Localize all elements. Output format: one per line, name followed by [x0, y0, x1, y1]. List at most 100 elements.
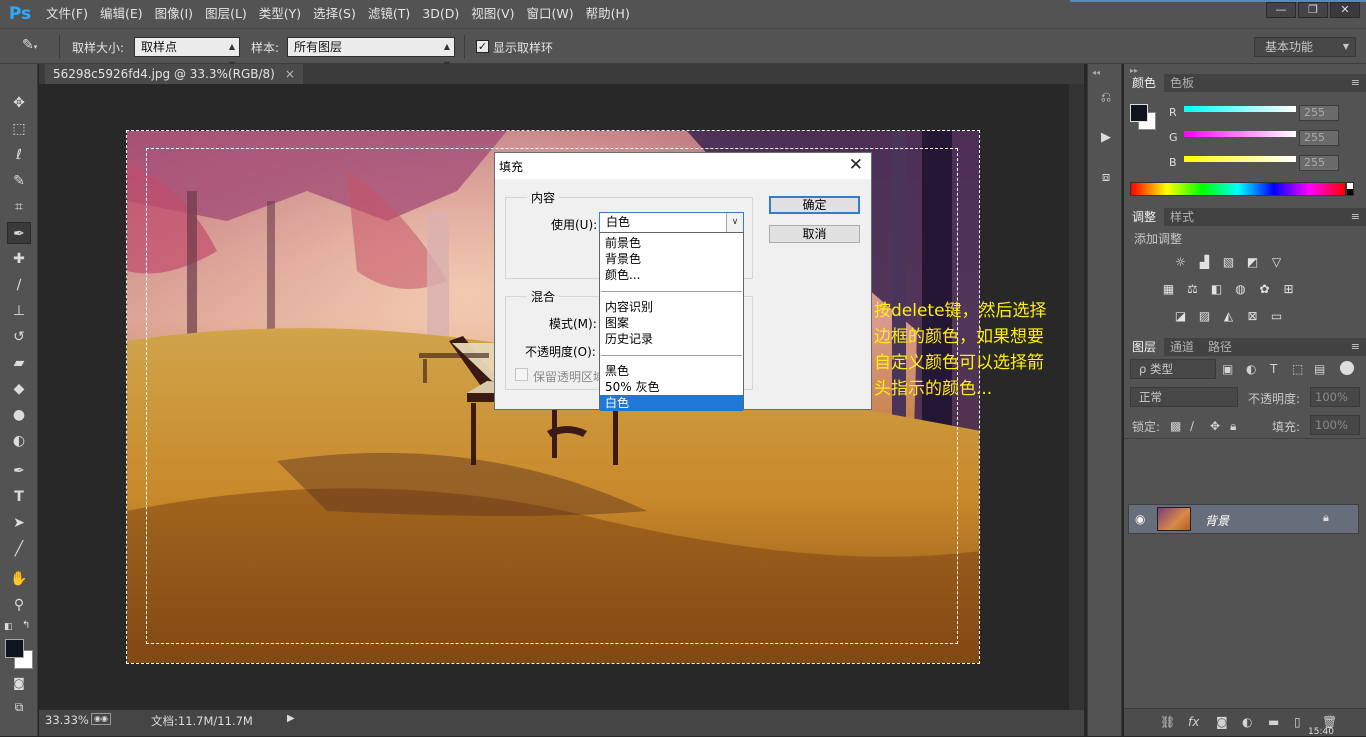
menu-file[interactable]: 文件(F) [40, 0, 94, 28]
paint-bucket-tool-icon[interactable]: ◆ [7, 378, 31, 400]
dropdown-item-50-gray[interactable]: 50% 灰色 [600, 379, 743, 395]
layer-row-background[interactable]: ◉ 背景 🔒︎ [1128, 504, 1359, 534]
filter-adjustment-icon[interactable]: ◐ [1246, 362, 1256, 376]
posterize-icon[interactable]: ▨ [1196, 309, 1213, 324]
close-tab-icon[interactable]: × [285, 67, 295, 81]
threshold-icon[interactable]: ◭ [1220, 309, 1237, 324]
menu-filter[interactable]: 滤镜(T) [362, 0, 416, 28]
exposure-icon[interactable]: ◩ [1244, 255, 1261, 270]
layer-filter-kind[interactable]: ρ 类型 [1130, 359, 1216, 379]
cancel-button[interactable]: 取消 [769, 225, 860, 243]
new-layer-icon[interactable]: ▯ [1294, 715, 1301, 729]
blur-tool-icon[interactable]: ● [7, 404, 31, 426]
blend-mode-select[interactable]: 正常 [1130, 387, 1238, 407]
hand-tool-icon[interactable]: ✋ [7, 568, 31, 590]
panel-menu-icon[interactable]: ≡ [1351, 340, 1360, 353]
crop-tool-icon[interactable]: ⌗ [7, 196, 31, 218]
tab-paths[interactable]: 路径 [1200, 338, 1240, 356]
tab-swatches[interactable]: 色板 [1162, 74, 1202, 92]
black-white-icon[interactable]: ◧ [1208, 282, 1225, 297]
sample-size-select[interactable]: 取样点▲▼ [134, 37, 240, 69]
filter-pixel-icon[interactable]: ▣ [1222, 362, 1233, 376]
r-value[interactable]: 255 [1299, 105, 1339, 121]
zoom-level[interactable]: 33.33% [45, 713, 89, 727]
layer-opacity-field[interactable]: 100% [1310, 387, 1360, 407]
dropdown-item-white[interactable]: 白色 [600, 395, 743, 411]
dropdown-item-history[interactable]: 历史记录 [600, 331, 743, 347]
menu-3d[interactable]: 3D(D) [416, 0, 465, 28]
menu-image[interactable]: 图像(I) [149, 0, 199, 28]
preserve-transparency-checkbox[interactable] [515, 368, 528, 381]
properties-panel-icon[interactable]: ⧈ [1096, 168, 1116, 188]
color-lookup-icon[interactable]: ⊞ [1280, 282, 1297, 297]
curves-icon[interactable]: ▧ [1220, 255, 1237, 270]
menu-help[interactable]: 帮助(H) [580, 0, 636, 28]
r-slider[interactable] [1184, 106, 1296, 112]
dropdown-item-pattern[interactable]: 图案 [600, 315, 743, 331]
close-window-button[interactable]: ✕ [1330, 2, 1360, 18]
tab-adjustments[interactable]: 调整 [1124, 208, 1165, 226]
sample-select[interactable]: 所有图层▲▼ [287, 37, 455, 69]
expand-panels-icon[interactable]: ▸▸ [1130, 66, 1138, 75]
use-select[interactable]: 白色 ∨ [599, 212, 744, 233]
new-adjustment-icon[interactable]: ◐ [1242, 715, 1252, 729]
layer-name[interactable]: 背景 [1205, 512, 1229, 529]
filter-smart-object-icon[interactable]: ▤ [1314, 362, 1325, 376]
b-slider[interactable] [1184, 156, 1296, 162]
tab-layers[interactable]: 图层 [1124, 338, 1165, 356]
move-tool-icon[interactable]: ✥ [7, 92, 31, 114]
brush-tool-icon[interactable]: ∕ [7, 274, 31, 296]
tab-color[interactable]: 颜色 [1124, 74, 1165, 92]
dodge-tool-icon[interactable]: ◐ [7, 430, 31, 452]
path-select-tool-icon[interactable]: ➤ [7, 512, 31, 534]
pen-tool-icon[interactable]: ✒ [7, 460, 31, 482]
minimize-button[interactable]: — [1266, 2, 1296, 18]
eyedropper-preset-icon[interactable]: ✎▾ [22, 37, 44, 57]
document-tab[interactable]: 56298c5926fd4.jpg @ 33.3%(RGB/8) × [45, 64, 303, 84]
lock-pixels-icon[interactable]: ∕ [1190, 419, 1194, 433]
zoom-tool-icon[interactable]: ⚲ [7, 594, 31, 616]
type-tool-icon[interactable]: T [7, 486, 31, 508]
ok-button[interactable]: 确定 [769, 196, 860, 214]
quick-mask-icon[interactable]: ◙ [7, 672, 31, 694]
lock-transparent-icon[interactable]: ▩ [1170, 419, 1181, 433]
collapse-dock-icon[interactable]: ◂◂ [1092, 68, 1100, 77]
g-value[interactable]: 255 [1299, 130, 1339, 146]
menu-edit[interactable]: 编辑(E) [94, 0, 149, 28]
show-ring-checkbox[interactable]: ✓ [476, 40, 489, 53]
dialog-close-button[interactable]: ✕ [849, 155, 863, 175]
quick-select-tool-icon[interactable]: ✎ [7, 170, 31, 192]
history-brush-tool-icon[interactable]: ↺ [7, 326, 31, 348]
history-panel-icon[interactable]: ⎌ [1096, 88, 1116, 108]
bw-ramp[interactable] [1346, 182, 1354, 196]
status-options-icon[interactable]: ◉◉ [91, 713, 111, 725]
dropdown-item-content-aware[interactable]: 内容识别 [600, 299, 743, 315]
filter-shape-icon[interactable]: ⬚ [1292, 362, 1303, 376]
add-mask-icon[interactable]: ◙ [1216, 715, 1228, 729]
swap-colors-icon[interactable]: ↰ [22, 620, 30, 631]
menu-type[interactable]: 类型(Y) [253, 0, 307, 28]
color-balance-icon[interactable]: ⚖ [1184, 282, 1201, 297]
brightness-contrast-icon[interactable]: ☼ [1172, 255, 1189, 270]
gradient-map-icon[interactable]: ▭ [1268, 309, 1285, 324]
workspace-switcher[interactable]: 基本功能 ▼ [1254, 37, 1356, 57]
invert-icon[interactable]: ◪ [1172, 309, 1189, 324]
dropdown-item-black[interactable]: 黑色 [600, 363, 743, 379]
eyedropper-tool-icon[interactable]: ✒ [7, 222, 31, 244]
tab-styles[interactable]: 样式 [1162, 208, 1202, 226]
lasso-tool-icon[interactable]: ℓ [7, 144, 31, 166]
panel-menu-icon[interactable]: ≡ [1351, 210, 1360, 223]
panel-menu-icon[interactable]: ≡ [1351, 76, 1360, 89]
hue-saturation-icon[interactable]: ▦ [1160, 282, 1177, 297]
photo-filter-icon[interactable]: ◍ [1232, 282, 1249, 297]
selective-color-icon[interactable]: ⊠ [1244, 309, 1261, 324]
vibrance-icon[interactable]: ▽ [1268, 255, 1285, 270]
default-colors-icon[interactable]: ◧ [4, 622, 13, 632]
color-fg-swatch[interactable] [1130, 104, 1148, 122]
eraser-tool-icon[interactable]: ▰ [7, 352, 31, 374]
line-tool-icon[interactable]: ╱ [7, 538, 31, 560]
link-layers-icon[interactable]: ⛓ [1160, 715, 1175, 729]
filter-toggle-icon[interactable] [1340, 361, 1354, 375]
color-ramp[interactable] [1130, 182, 1346, 196]
dropdown-item-foreground[interactable]: 前景色 [600, 235, 743, 251]
